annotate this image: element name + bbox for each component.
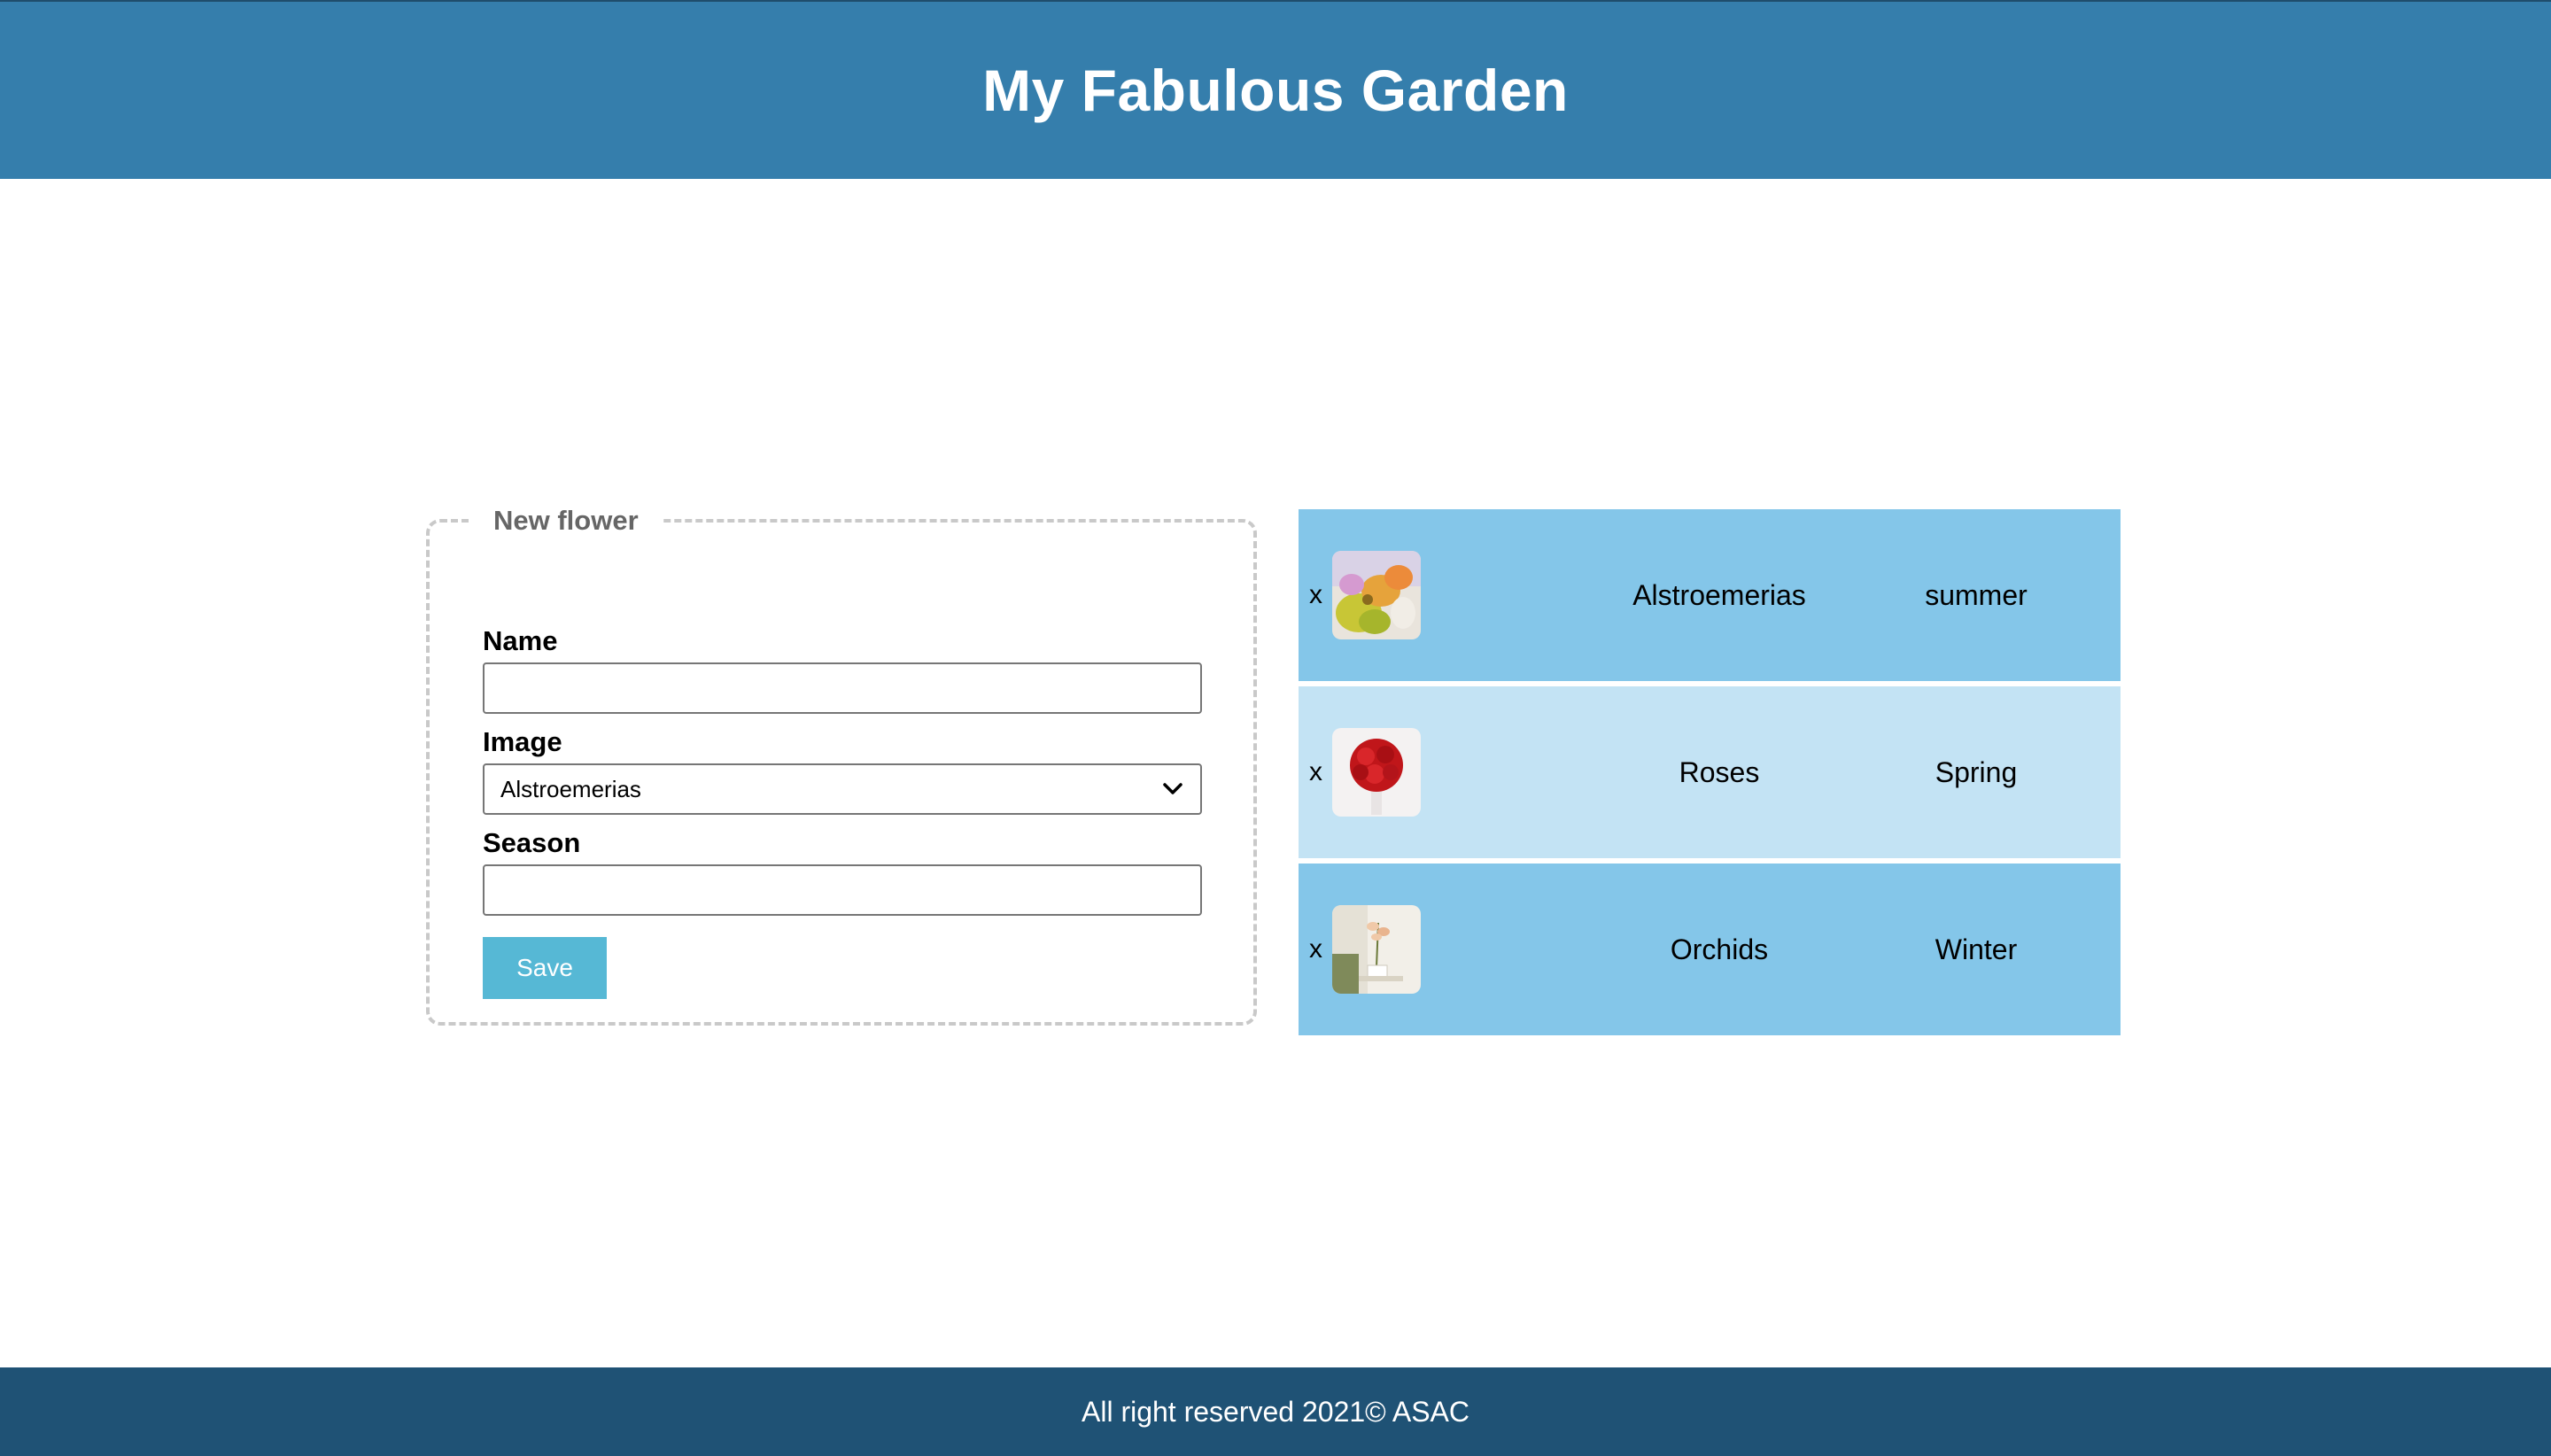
orchids-thumbnail-icon — [1332, 905, 1421, 994]
remove-flower-button[interactable]: x — [1309, 934, 1322, 964]
app-header: My Fabulous Garden — [0, 0, 2551, 179]
footer-copyright: All right reserved 2021© ASAC — [1081, 1395, 1469, 1428]
flower-season: summer — [1925, 578, 2028, 611]
app-footer: All right reserved 2021© ASAC — [0, 1367, 2551, 1456]
page-title: My Fabulous Garden — [982, 58, 1569, 123]
flower-row: x Alstroemerias summer — [1299, 509, 2121, 681]
image-select[interactable]: Alstroemerias — [483, 763, 1202, 815]
season-label: Season — [483, 827, 581, 858]
alstroemerias-thumbnail-icon — [1332, 551, 1421, 639]
form-legend: New flower — [493, 505, 639, 536]
page: My Fabulous Garden New flower Name Image… — [0, 0, 2551, 1456]
flower-name: Alstroemerias — [1632, 578, 1806, 611]
flower-row: x Orchids Winter — [1299, 864, 2121, 1035]
name-input[interactable] — [483, 662, 1202, 714]
flower-season: Winter — [1935, 933, 2018, 965]
remove-flower-button[interactable]: x — [1309, 757, 1322, 787]
season-input[interactable] — [483, 864, 1202, 916]
new-flower-form: New flower Name Image Alstroemerias Seas… — [426, 505, 1257, 1026]
flower-name: Roses — [1679, 755, 1760, 788]
remove-flower-button[interactable]: x — [1309, 580, 1322, 610]
name-label: Name — [483, 625, 558, 656]
image-select-value: Alstroemerias — [500, 775, 641, 802]
chevron-down-icon — [1161, 778, 1184, 801]
roses-thumbnail-icon — [1332, 728, 1421, 817]
save-button[interactable]: Save — [483, 937, 607, 999]
image-label: Image — [483, 726, 562, 757]
flower-season: Spring — [1935, 755, 2018, 788]
flower-name: Orchids — [1670, 933, 1769, 965]
flower-row: x Roses Spring — [1299, 686, 2121, 858]
